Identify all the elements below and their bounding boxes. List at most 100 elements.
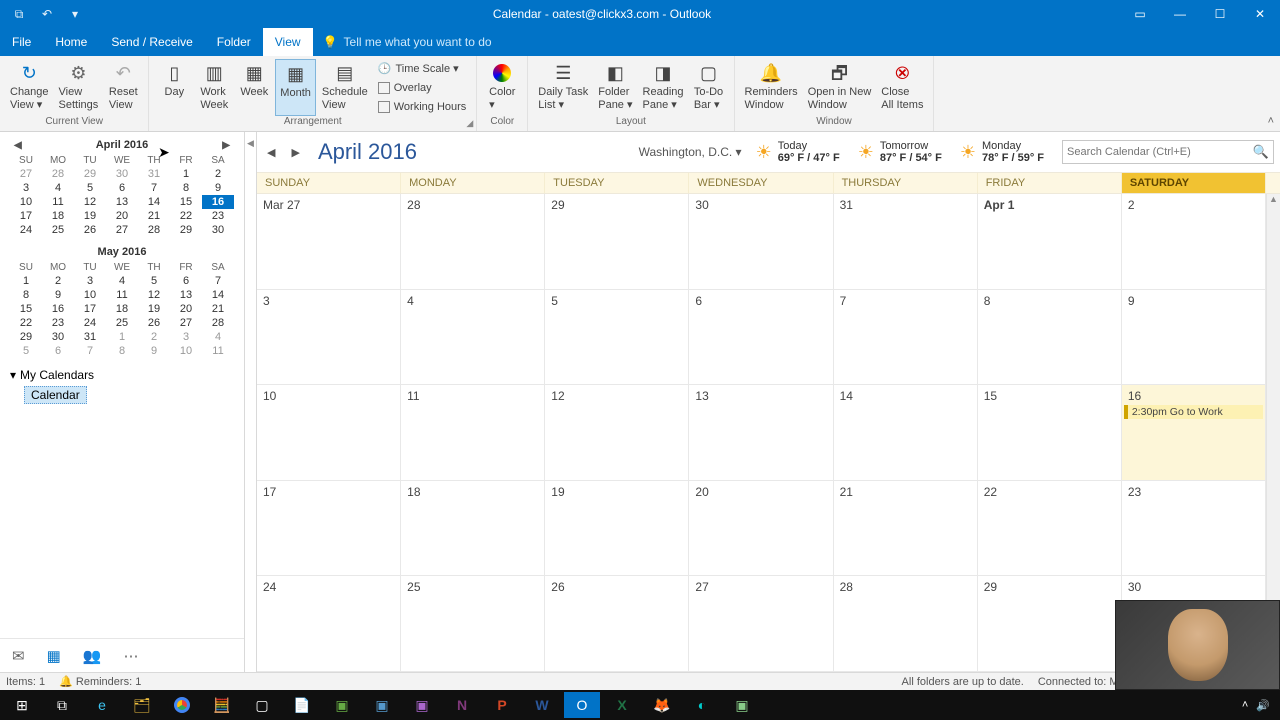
mini-day[interactable]: 1: [170, 167, 202, 181]
todo-bar-button[interactable]: ▢To-Do Bar ▾: [690, 59, 728, 116]
mini-day[interactable]: 6: [42, 344, 74, 358]
day-cell[interactable]: 162:30pm Go to Work: [1122, 385, 1266, 480]
tell-me[interactable]: 💡 Tell me what you want to do: [313, 28, 492, 56]
calculator-icon[interactable]: 🧮: [204, 692, 240, 718]
day-cell[interactable]: 7: [834, 290, 978, 385]
word-icon[interactable]: W: [524, 692, 560, 718]
search-input[interactable]: [1067, 146, 1253, 158]
mini-day[interactable]: 5: [10, 344, 42, 358]
task-view-button[interactable]: ⧉: [44, 692, 80, 718]
day-cell[interactable]: 13: [689, 385, 833, 480]
mini-day[interactable]: 26: [74, 223, 106, 237]
mini-day[interactable]: 8: [170, 181, 202, 195]
qat-send-receive-icon[interactable]: ⧉: [10, 7, 28, 22]
close-all-items-button[interactable]: ⮿Close All Items: [877, 59, 927, 116]
next-month-button[interactable]: ▶: [287, 144, 303, 161]
mini-day[interactable]: 13: [106, 195, 138, 209]
mini-day[interactable]: 20: [170, 302, 202, 316]
mini-day[interactable]: 8: [10, 288, 42, 302]
mini-day[interactable]: 4: [202, 330, 234, 344]
firefox-icon[interactable]: 🦊: [644, 692, 680, 718]
system-tray[interactable]: ˄🔊: [1242, 699, 1276, 712]
mini-day[interactable]: 9: [202, 181, 234, 195]
reset-view-button[interactable]: ↶Reset View: [104, 59, 142, 116]
mini-day[interactable]: 1: [106, 330, 138, 344]
day-cell[interactable]: 4: [401, 290, 545, 385]
mini-day[interactable]: 28: [42, 167, 74, 181]
mini-day[interactable]: 30: [42, 330, 74, 344]
mini-day[interactable]: 29: [74, 167, 106, 181]
weather-monday[interactable]: ☀Monday78° F / 59° F: [960, 140, 1044, 164]
mini-day[interactable]: 2: [138, 330, 170, 344]
onenote-icon[interactable]: N: [444, 692, 480, 718]
mini-day[interactable]: 14: [202, 288, 234, 302]
ribbon-options-icon[interactable]: ▭: [1120, 7, 1160, 21]
minimize-icon[interactable]: —: [1160, 7, 1200, 21]
people-icon[interactable]: 👥: [83, 647, 102, 665]
mini-day[interactable]: 29: [170, 223, 202, 237]
reading-pane-button[interactable]: ◨Reading Pane ▾: [639, 59, 688, 116]
maximize-icon[interactable]: ☐: [1200, 7, 1240, 21]
day-cell[interactable]: 20: [689, 481, 833, 576]
day-cell[interactable]: 27: [689, 576, 833, 671]
cmd-icon[interactable]: ▢: [244, 692, 280, 718]
day-cell[interactable]: 10: [257, 385, 401, 480]
weather-location[interactable]: Washington, D.C. ▾: [639, 145, 742, 159]
mini-day[interactable]: 7: [202, 274, 234, 288]
mini-day[interactable]: 21: [202, 302, 234, 316]
mini-day[interactable]: 5: [138, 274, 170, 288]
mini-day[interactable]: 17: [10, 209, 42, 223]
day-cell[interactable]: 15: [978, 385, 1122, 480]
mini-day[interactable]: 23: [202, 209, 234, 223]
mini-day[interactable]: 10: [170, 344, 202, 358]
mini-day[interactable]: 11: [106, 288, 138, 302]
search-box[interactable]: 🔍: [1062, 140, 1274, 164]
mini-day[interactable]: 10: [10, 195, 42, 209]
tray-volume-icon[interactable]: 🔊: [1256, 699, 1270, 712]
day-cell[interactable]: 19: [545, 481, 689, 576]
day-cell[interactable]: 21: [834, 481, 978, 576]
mini-day[interactable]: 28: [202, 316, 234, 330]
mini-day[interactable]: 4: [106, 274, 138, 288]
open-new-window-button[interactable]: 🗗Open in New Window: [804, 59, 876, 116]
mini-day[interactable]: 11: [42, 195, 74, 209]
mini-day[interactable]: 8: [106, 344, 138, 358]
mini-day[interactable]: 3: [74, 274, 106, 288]
day-cell[interactable]: 23: [1122, 481, 1266, 576]
day-cell[interactable]: 3: [257, 290, 401, 385]
app-icon-1[interactable]: ▣: [324, 692, 360, 718]
overlay-checkbox[interactable]: Overlay: [378, 79, 467, 97]
tab-send-receive[interactable]: Send / Receive: [99, 28, 204, 56]
arrangement-dialog-launcher[interactable]: ◢: [466, 118, 473, 129]
mini-next-month-icon[interactable]: ▶: [222, 140, 230, 151]
my-calendars-toggle[interactable]: ▾My Calendars: [10, 368, 234, 382]
mini-day[interactable]: 27: [10, 167, 42, 181]
view-settings-button[interactable]: ⚙View Settings: [55, 59, 103, 116]
mini-day[interactable]: 26: [138, 316, 170, 330]
app-icon-3[interactable]: ▣: [404, 692, 440, 718]
mini-day[interactable]: 11: [202, 344, 234, 358]
mini-day[interactable]: 4: [42, 181, 74, 195]
powerpoint-icon[interactable]: P: [484, 692, 520, 718]
mini-day[interactable]: 7: [74, 344, 106, 358]
mini-day[interactable]: 21: [138, 209, 170, 223]
work-week-button[interactable]: ▥Work Week: [195, 59, 233, 116]
day-cell[interactable]: 31: [834, 194, 978, 289]
tray-chevron-icon[interactable]: ˄: [1242, 699, 1248, 711]
tab-folder[interactable]: Folder: [205, 28, 263, 56]
weather-tomorrow[interactable]: ☀Tomorrow87° F / 54° F: [858, 140, 942, 164]
mini-day[interactable]: 15: [10, 302, 42, 316]
calendar-event[interactable]: 2:30pm Go to Work: [1124, 405, 1263, 419]
mini-day[interactable]: 19: [138, 302, 170, 316]
start-button[interactable]: ⊞: [4, 692, 40, 718]
day-cell[interactable]: 11: [401, 385, 545, 480]
mini-day[interactable]: 2: [202, 167, 234, 181]
mini-day[interactable]: 18: [106, 302, 138, 316]
mini-day[interactable]: 15: [170, 195, 202, 209]
mini-day[interactable]: 9: [42, 288, 74, 302]
calendar-item[interactable]: Calendar: [24, 386, 87, 404]
mail-icon[interactable]: ✉: [12, 647, 25, 665]
prev-month-button[interactable]: ◀: [263, 144, 279, 161]
day-cell[interactable]: 2: [1122, 194, 1266, 289]
day-cell[interactable]: 29: [978, 576, 1122, 671]
